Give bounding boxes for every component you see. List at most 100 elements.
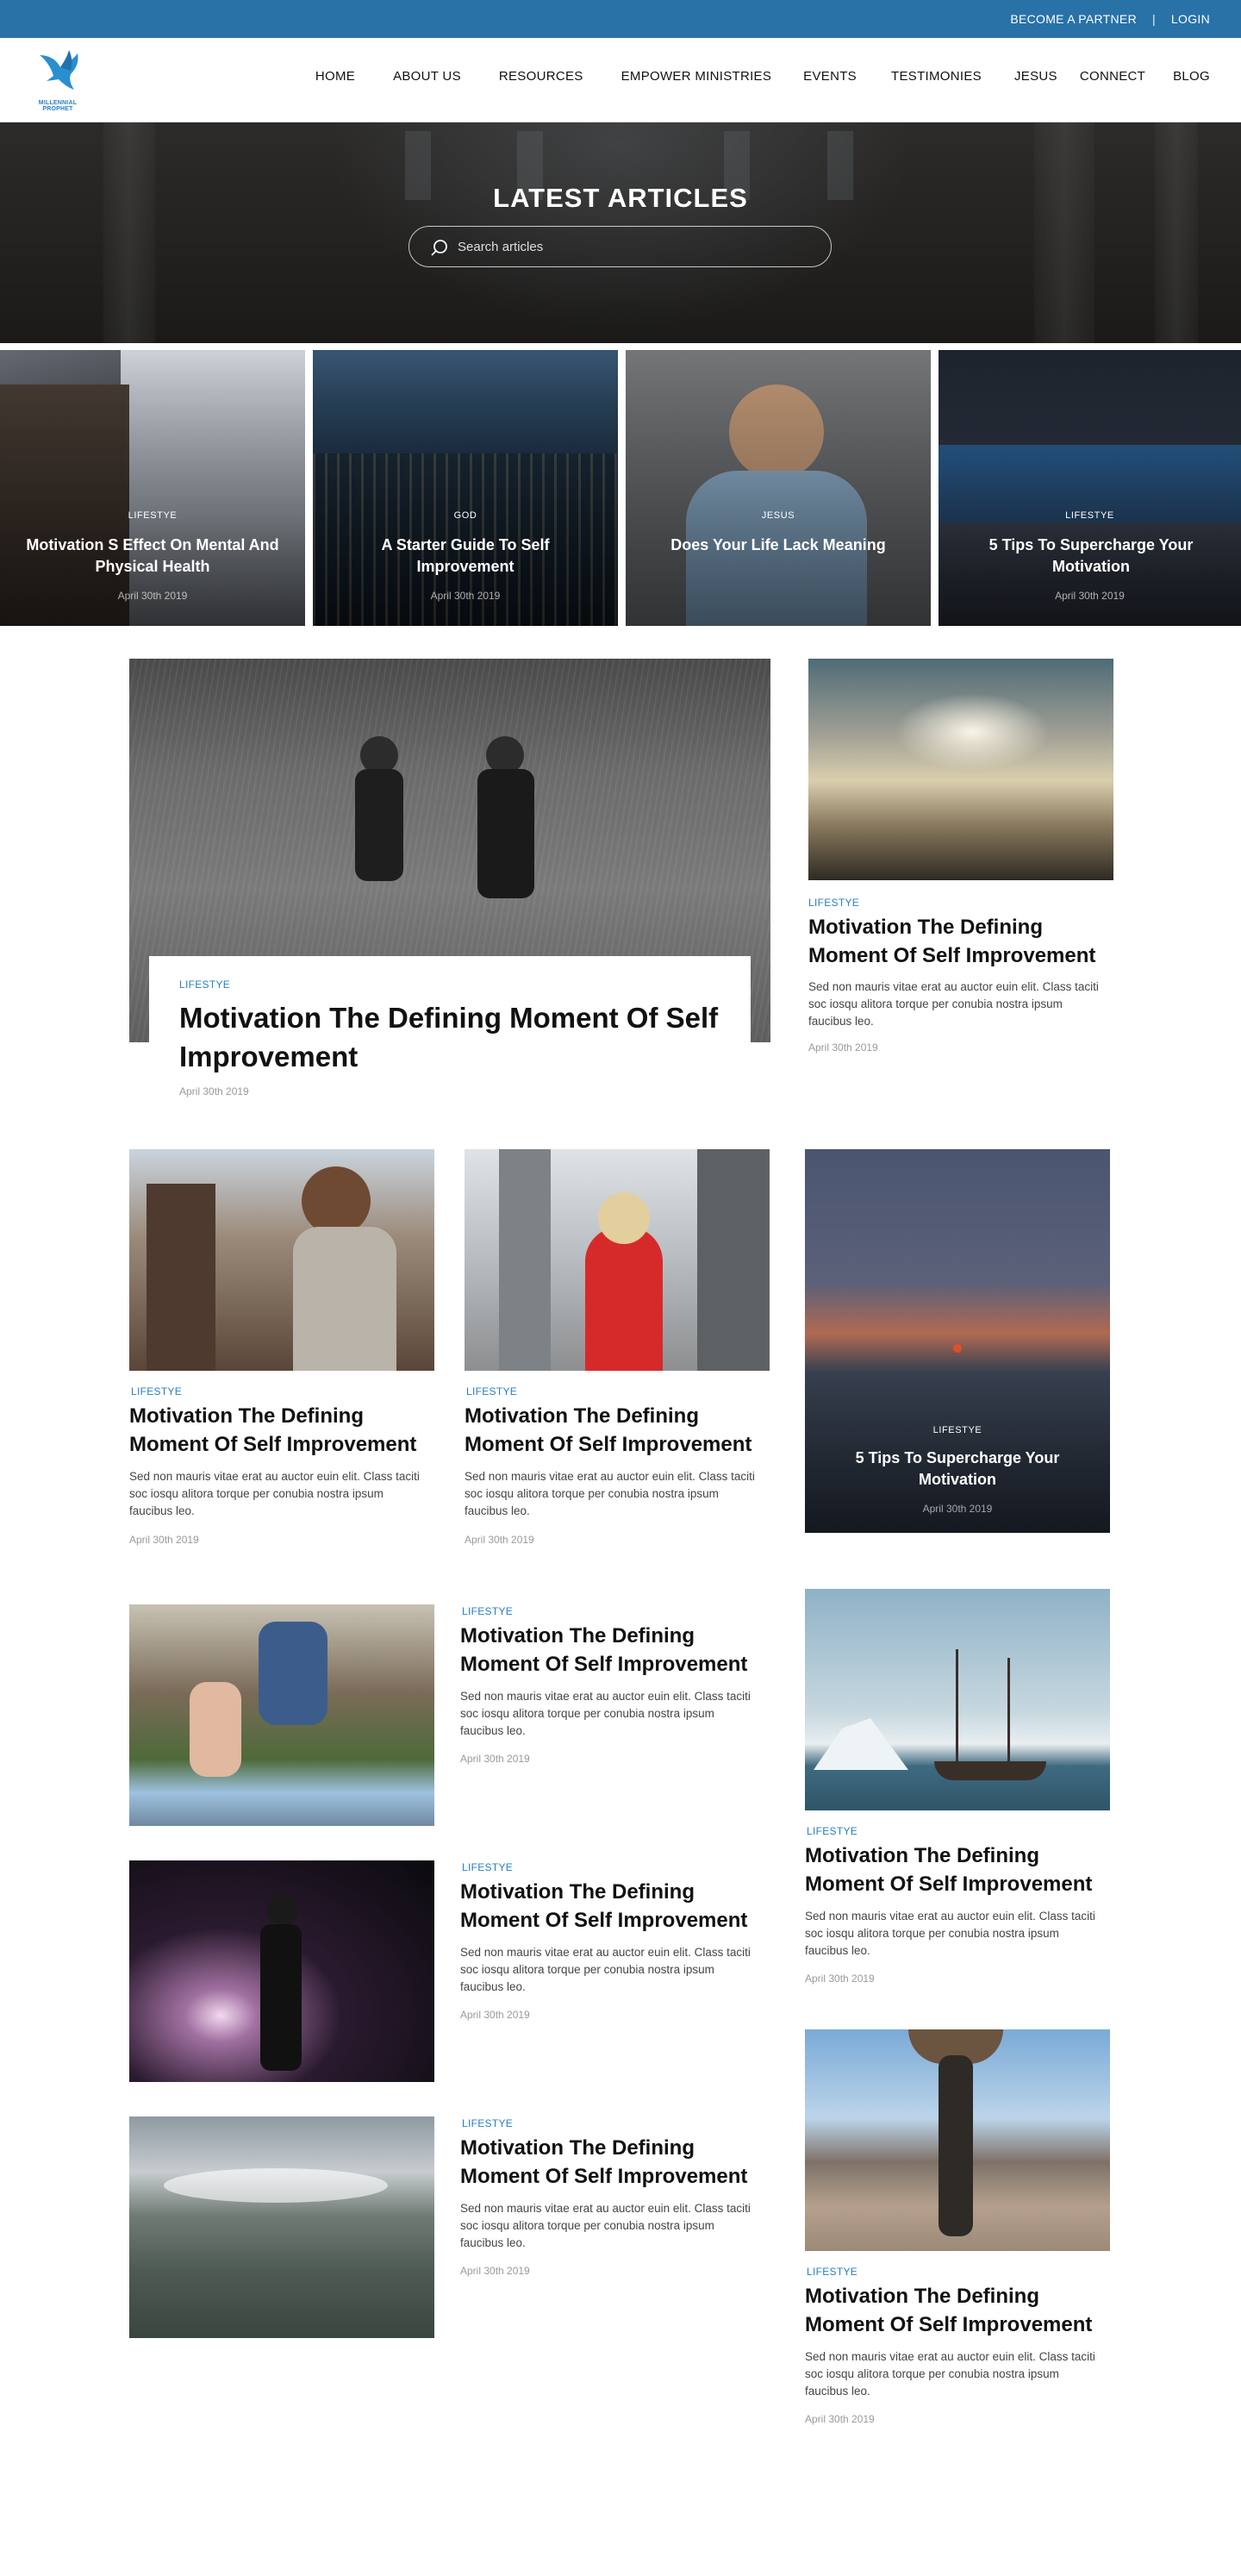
ship-mast xyxy=(956,1649,958,1761)
photo-figure xyxy=(585,1227,663,1371)
photo-figure xyxy=(355,769,403,881)
article-image[interactable] xyxy=(805,2029,1110,2251)
article-image[interactable] xyxy=(129,1149,434,1371)
featured-card[interactable]: LIFESTYE 5 Tips To Supercharge Your Moti… xyxy=(939,350,1241,626)
featured-category: GOD xyxy=(453,510,477,521)
article-title[interactable]: Motivation The Defining Moment Of Self I… xyxy=(808,913,1119,970)
photo-figure xyxy=(598,1192,650,1244)
featured-date: April 30th 2019 xyxy=(117,590,188,602)
featured-date: April 30th 2019 xyxy=(430,590,501,602)
article-category[interactable]: LIFESTYE xyxy=(131,1385,182,1397)
login-link[interactable]: LOGIN xyxy=(1171,12,1210,26)
featured-strip: LIFESTYE Motivation S Effect On Mental A… xyxy=(0,350,1241,626)
article-title[interactable]: Motivation The Defining Moment Of Self I… xyxy=(805,2282,1115,2339)
main-article-title[interactable]: Motivation The Defining Moment Of Self I… xyxy=(179,998,731,1076)
article-image[interactable] xyxy=(808,659,1113,880)
article-excerpt: Sed non mauris vitae erat au auctor euin… xyxy=(805,1910,1095,1957)
article-date: April 30th 2019 xyxy=(465,1534,534,1546)
article-excerpt: Sed non mauris vitae erat au auctor euin… xyxy=(465,1470,755,1517)
featured-title[interactable]: A Starter Guide To Self Improvement xyxy=(339,535,592,578)
photo-figure xyxy=(293,1227,396,1371)
article-date: April 30th 2019 xyxy=(460,2009,530,2021)
card-shade xyxy=(626,350,931,626)
article-image[interactable] xyxy=(129,2116,434,2338)
featured-title[interactable]: Does Your Life Lack Meaning xyxy=(652,535,905,556)
top-links: BECOME A PARTNER | LOGIN xyxy=(1010,12,1210,26)
sunset-category: LIFESTYE xyxy=(932,1425,982,1435)
photo-figure xyxy=(267,1895,298,1926)
featured-card[interactable]: GOD A Starter Guide To Self Improvement … xyxy=(313,350,618,626)
building-shape xyxy=(697,1149,770,1371)
photo-figure xyxy=(259,1622,327,1725)
card-shade xyxy=(939,350,1241,626)
search-icon xyxy=(431,240,447,256)
featured-card[interactable]: JESUS Does Your Life Lack Meaning xyxy=(626,350,931,626)
nav-jesus[interactable]: JESUS xyxy=(1014,69,1057,84)
article-title[interactable]: Motivation The Defining Moment Of Self I… xyxy=(460,1622,770,1679)
article-date: April 30th 2019 xyxy=(460,2265,530,2277)
top-bar: BECOME A PARTNER | LOGIN xyxy=(0,0,1241,38)
main-article-panel: LIFESTYE Motivation The Defining Moment … xyxy=(149,956,751,1103)
article-image[interactable] xyxy=(805,1589,1110,1810)
dove-logo-icon xyxy=(40,50,78,90)
article-image[interactable] xyxy=(129,1604,434,1826)
sunset-card[interactable]: LIFESTYE 5 Tips To Supercharge Your Moti… xyxy=(805,1149,1110,1533)
featured-category: LIFESTYE xyxy=(128,510,178,521)
nav-testimonies[interactable]: TESTIMONIES xyxy=(891,69,982,84)
article-category[interactable]: LIFESTYE xyxy=(807,2266,857,2278)
article-image[interactable] xyxy=(129,1860,434,2082)
featured-category: LIFESTYE xyxy=(1065,510,1114,521)
article-title[interactable]: Motivation The Defining Moment Of Self I… xyxy=(129,1402,440,1459)
site-header: MILLENNIAL PROPHET HOME ABOUT US RESOURC… xyxy=(0,38,1241,122)
search-bar[interactable] xyxy=(408,226,832,267)
building-shape xyxy=(499,1149,551,1371)
become-partner-link[interactable]: BECOME A PARTNER xyxy=(1010,12,1137,26)
article-title[interactable]: Motivation The Defining Moment Of Self I… xyxy=(460,1878,770,1935)
nav-blog[interactable]: BLOG xyxy=(1173,69,1210,84)
main-nav: HOME ABOUT US RESOURCES EMPOWER MINISTRI… xyxy=(315,69,1210,84)
sunset-title[interactable]: 5 Tips To Supercharge Your Motivation xyxy=(839,1447,1076,1491)
search-input[interactable] xyxy=(458,235,802,258)
page-title: LATEST ARTICLES xyxy=(493,183,748,213)
article-excerpt: Sed non mauris vitae erat au auctor euin… xyxy=(460,1690,751,1737)
featured-title[interactable]: 5 Tips To Supercharge Your Motivation xyxy=(964,535,1218,578)
nav-about-us[interactable]: ABOUT US xyxy=(393,69,461,84)
card-shade xyxy=(313,350,618,626)
article-category[interactable]: LIFESTYE xyxy=(466,1385,517,1397)
article-excerpt: Sed non mauris vitae erat au auctor euin… xyxy=(129,1470,420,1517)
nav-connect[interactable]: CONNECT xyxy=(1080,69,1145,84)
photo-figure xyxy=(190,1682,241,1777)
sunset-date: April 30th 2019 xyxy=(922,1503,993,1515)
article-title[interactable]: Motivation The Defining Moment Of Self I… xyxy=(805,1841,1115,1898)
article-category[interactable]: LIFESTYE xyxy=(808,897,859,909)
logo-text: MILLENNIAL PROPHET xyxy=(38,100,78,112)
nav-home[interactable]: HOME xyxy=(315,69,355,84)
article-category[interactable]: LIFESTYE xyxy=(462,1861,513,1873)
top-links-separator: | xyxy=(1151,12,1156,26)
main-article-category[interactable]: LIFESTYE xyxy=(179,979,230,991)
photo-figure xyxy=(939,2055,973,2236)
hero-banner: LATEST ARTICLES xyxy=(0,122,1241,343)
article-category[interactable]: LIFESTYE xyxy=(807,1825,857,1837)
featured-category: JESUS xyxy=(761,510,795,521)
nav-events[interactable]: EVENTS xyxy=(803,69,857,84)
article-title[interactable]: Motivation The Defining Moment Of Self I… xyxy=(465,1402,775,1459)
article-excerpt: Sed non mauris vitae erat au auctor euin… xyxy=(460,2202,751,2249)
photo-figure xyxy=(147,1184,215,1371)
card-shade xyxy=(0,350,305,626)
nav-resources[interactable]: RESOURCES xyxy=(499,69,583,84)
featured-title[interactable]: Motivation S Effect On Mental And Physic… xyxy=(26,535,279,578)
article-title[interactable]: Motivation The Defining Moment Of Self I… xyxy=(460,2134,770,2191)
article-date: April 30th 2019 xyxy=(808,1041,878,1054)
site-logo[interactable]: MILLENNIAL PROPHET xyxy=(28,47,88,112)
article-category[interactable]: LIFESTYE xyxy=(462,1605,513,1617)
article-image[interactable] xyxy=(465,1149,770,1371)
featured-date: April 30th 2019 xyxy=(1055,590,1125,602)
main-article-date: April 30th 2019 xyxy=(179,1085,249,1097)
featured-card[interactable]: LIFESTYE Motivation S Effect On Mental A… xyxy=(0,350,305,626)
article-excerpt: Sed non mauris vitae erat au auctor euin… xyxy=(460,1946,751,1993)
article-category[interactable]: LIFESTYE xyxy=(462,2117,513,2129)
photo-figure xyxy=(302,1166,371,1235)
cloud-shape xyxy=(164,2168,388,2203)
nav-empower-ministries[interactable]: EMPOWER MINISTRIES xyxy=(621,69,772,84)
